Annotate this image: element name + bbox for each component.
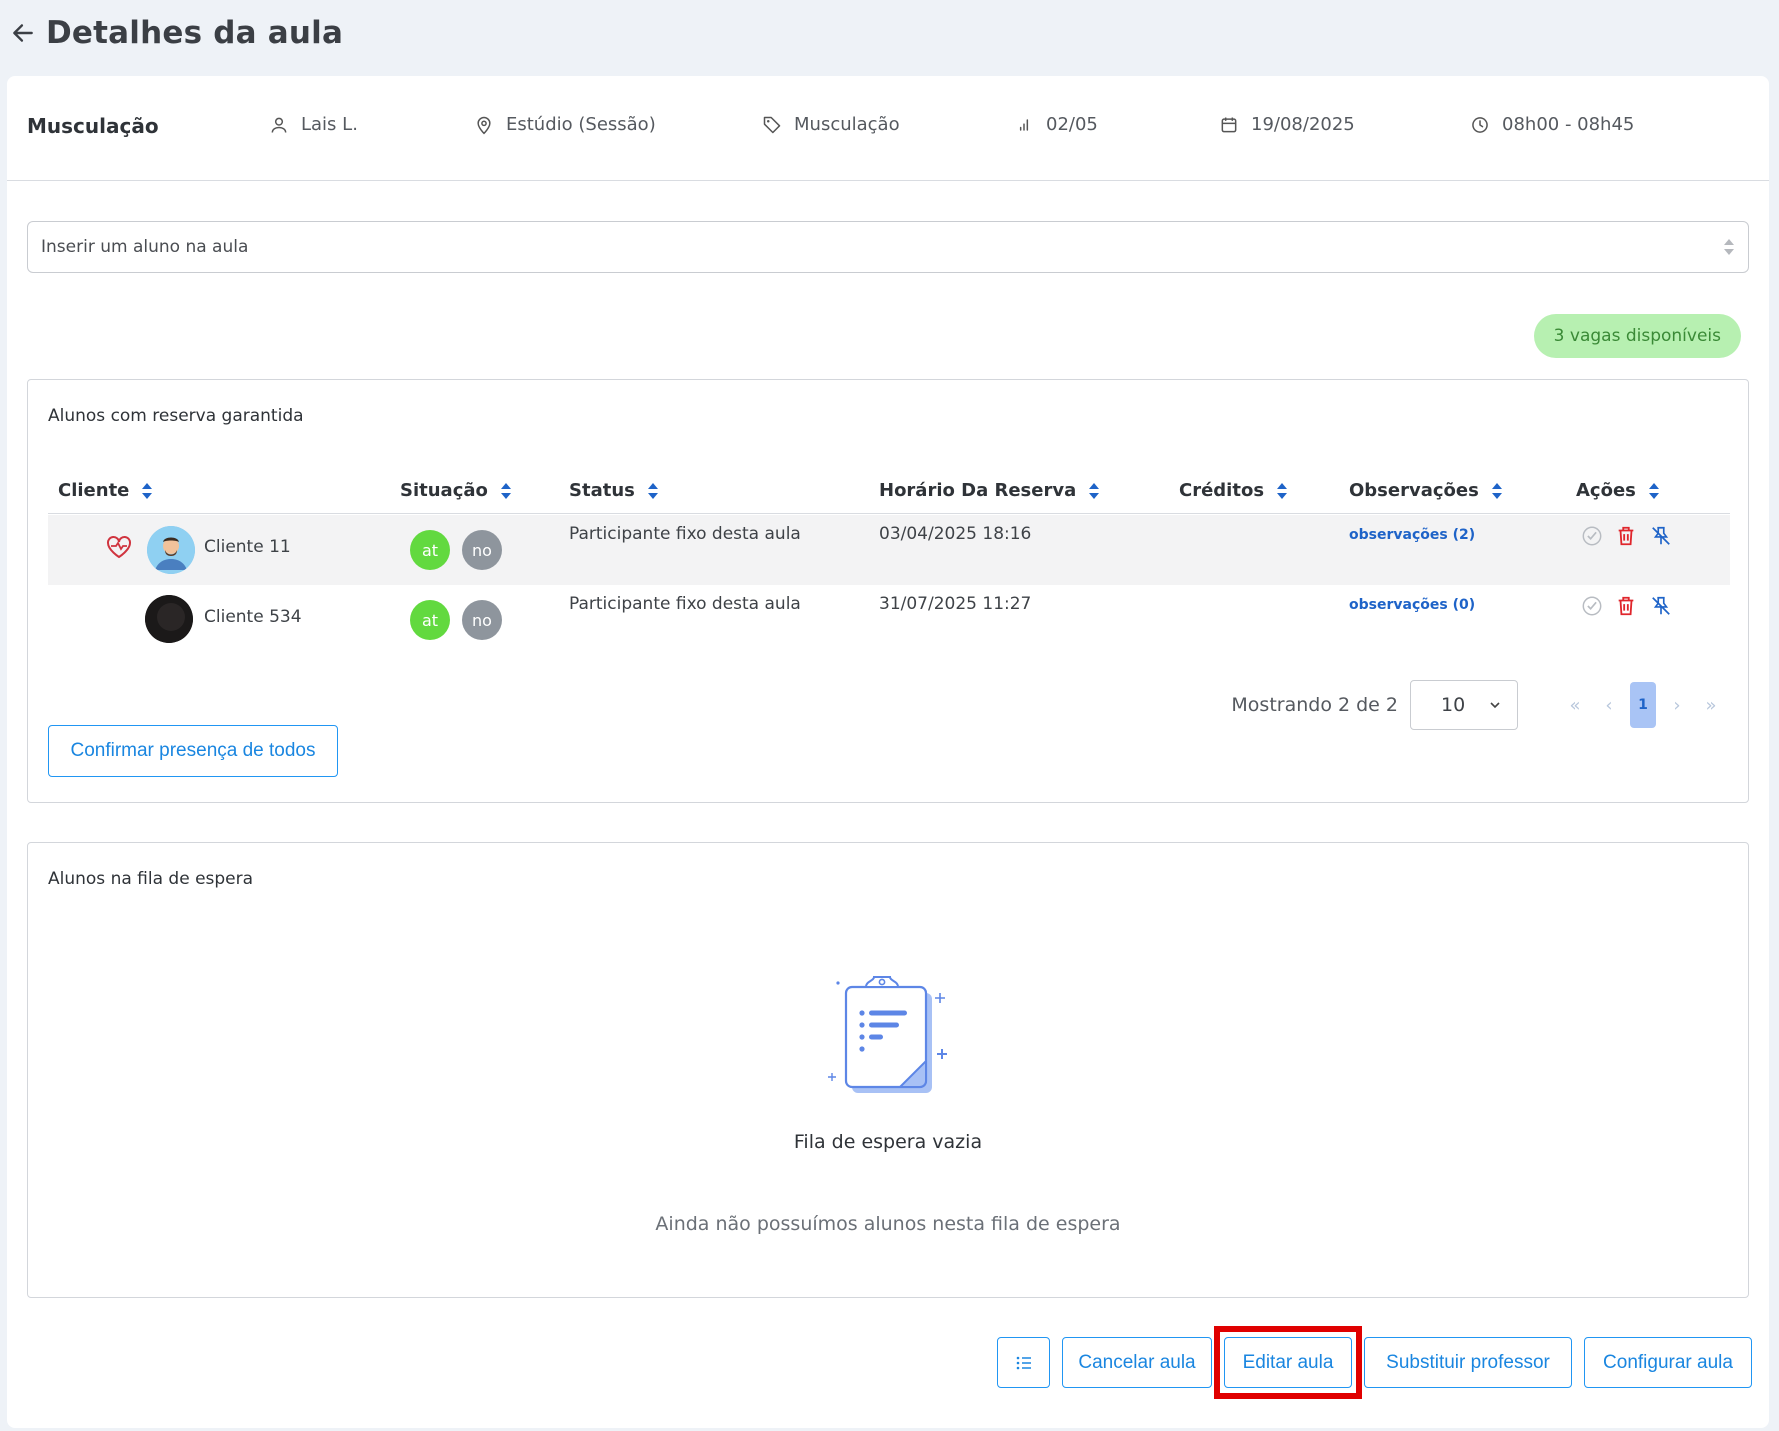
substitute-teacher-button[interactable]: Substituir professor — [1364, 1337, 1572, 1388]
observations-link[interactable]: observações (0) — [1349, 597, 1475, 613]
class-name: Musculação — [27, 114, 159, 138]
waiting-list-panel: Alunos na fila de espera Fila de espera … — [27, 842, 1749, 1298]
insert-student-select[interactable]: Inserir um aluno na aula — [27, 221, 1749, 273]
avatar — [145, 595, 193, 643]
sort-icon — [500, 482, 511, 499]
last-page-icon[interactable]: » — [1694, 695, 1728, 716]
observations-link[interactable]: observações (2) — [1349, 527, 1475, 543]
class-details-card: Musculação Lais L. Estúdio (Sessão) Musc… — [7, 76, 1769, 1428]
list-button[interactable] — [997, 1337, 1050, 1388]
modality-name: Musculação — [794, 114, 900, 135]
back-arrow-icon[interactable] — [10, 20, 36, 46]
time-info: 08h00 - 08h45 — [1470, 114, 1634, 135]
column-header-observations[interactable]: Observações — [1349, 480, 1503, 501]
page-header: Detalhes da aula — [10, 8, 343, 58]
tag-icon — [763, 116, 781, 133]
modality-info: Musculação — [762, 114, 900, 135]
check-circle-icon[interactable] — [1581, 595, 1603, 617]
vacancies-badge: 3 vagas disponíveis — [1533, 314, 1741, 358]
trash-icon[interactable] — [1615, 595, 1637, 617]
waiting-panel-title: Alunos na fila de espera — [48, 869, 254, 889]
heart-pulse-icon[interactable] — [106, 535, 132, 559]
pagination: Mostrando 2 de 2 10 « ‹ 1 › » — [1231, 680, 1728, 730]
class-time: 08h00 - 08h45 — [1502, 114, 1635, 135]
unpin-icon[interactable] — [1650, 525, 1672, 547]
check-circle-icon[interactable] — [1581, 525, 1603, 547]
class-date: 19/08/2025 — [1251, 114, 1355, 135]
column-header-credits[interactable]: Créditos — [1179, 480, 1288, 501]
occupancy-value: 02/05 — [1046, 114, 1098, 135]
sort-icon — [1491, 482, 1502, 499]
cancel-class-button[interactable]: Cancelar aula — [1062, 1337, 1212, 1388]
prev-page-icon[interactable]: ‹ — [1592, 695, 1626, 716]
unpin-icon[interactable] — [1650, 595, 1672, 617]
location-pin-icon — [477, 116, 491, 134]
chevron-down-icon — [1490, 702, 1500, 709]
signal-bars-icon — [1019, 118, 1029, 131]
footer-actions: Cancelar aula Editar aula Substituir pro… — [7, 1326, 1769, 1399]
table-row: Cliente 11 at no Participante fixo desta… — [48, 515, 1730, 585]
column-header-reservation-time[interactable]: Horário Da Reserva — [879, 480, 1100, 501]
table-header: Cliente Situação Status Horário Da Reser… — [48, 480, 1730, 514]
avatar — [147, 526, 195, 574]
reserved-students-panel: Alunos com reserva garantida Cliente Sit… — [27, 379, 1749, 803]
sort-icon — [647, 482, 658, 499]
user-icon — [271, 117, 287, 133]
client-name[interactable]: Cliente 534 — [204, 607, 302, 627]
class-info-bar: Musculação Lais L. Estúdio (Sessão) Musc… — [7, 76, 1769, 181]
empty-clipboard-illustration — [828, 976, 947, 1093]
sort-icon — [1648, 482, 1659, 499]
first-page-icon[interactable]: « — [1558, 695, 1592, 716]
sort-icon — [1089, 482, 1100, 499]
page-size-select[interactable]: 10 — [1410, 680, 1518, 730]
date-info: 19/08/2025 — [1219, 114, 1355, 135]
empty-state-subtitle: Ainda não possuímos alunos nesta fila de… — [655, 1213, 1121, 1235]
confirm-all-button[interactable]: Confirmar presença de todos — [48, 725, 338, 777]
configure-class-button[interactable]: Configurar aula — [1584, 1337, 1752, 1388]
reserved-panel-title: Alunos com reserva garantida — [48, 406, 304, 426]
insert-student-placeholder: Inserir um aluno na aula — [41, 237, 249, 257]
status-text: Participante fixo desta aula — [569, 594, 801, 614]
attendance-badge-at[interactable]: at — [410, 600, 450, 640]
sort-icon — [142, 482, 153, 499]
teacher-name: Lais L. — [301, 114, 358, 135]
location-name: Estúdio (Sessão) — [506, 114, 656, 135]
showing-text: Mostrando 2 de 2 — [1231, 694, 1398, 716]
page-button-current[interactable]: 1 — [1630, 682, 1656, 728]
column-header-situation[interactable]: Situação — [400, 480, 512, 501]
sort-arrows-icon — [1724, 239, 1734, 255]
trash-icon[interactable] — [1615, 525, 1637, 547]
next-page-icon[interactable]: › — [1660, 695, 1694, 716]
list-icon — [1016, 1356, 1031, 1369]
empty-state-title: Fila de espera vazia — [793, 1131, 983, 1153]
column-header-client[interactable]: Cliente — [58, 480, 153, 501]
calendar-icon — [1221, 117, 1237, 132]
attendance-badge-no[interactable]: no — [462, 600, 502, 640]
attendance-badge-at[interactable]: at — [410, 530, 450, 570]
page-title: Detalhes da aula — [46, 15, 344, 51]
sort-icon — [1277, 482, 1288, 499]
column-header-actions[interactable]: Ações — [1576, 480, 1660, 501]
occupancy-info: 02/05 — [1014, 114, 1098, 135]
location-info: Estúdio (Sessão) — [474, 114, 656, 135]
status-text: Participante fixo desta aula — [569, 524, 801, 544]
attendance-badge-no[interactable]: no — [462, 530, 502, 570]
teacher-info: Lais L. — [269, 114, 358, 135]
client-name[interactable]: Cliente 11 — [204, 537, 291, 557]
reservation-time: 03/04/2025 18:16 — [879, 524, 1032, 544]
column-header-status[interactable]: Status — [569, 480, 659, 501]
clock-icon — [1472, 116, 1488, 133]
table-row: Cliente 534 at no Participante fixo dest… — [48, 585, 1730, 655]
highlight-box — [1214, 1326, 1362, 1399]
reservation-time: 31/07/2025 11:27 — [879, 594, 1032, 614]
